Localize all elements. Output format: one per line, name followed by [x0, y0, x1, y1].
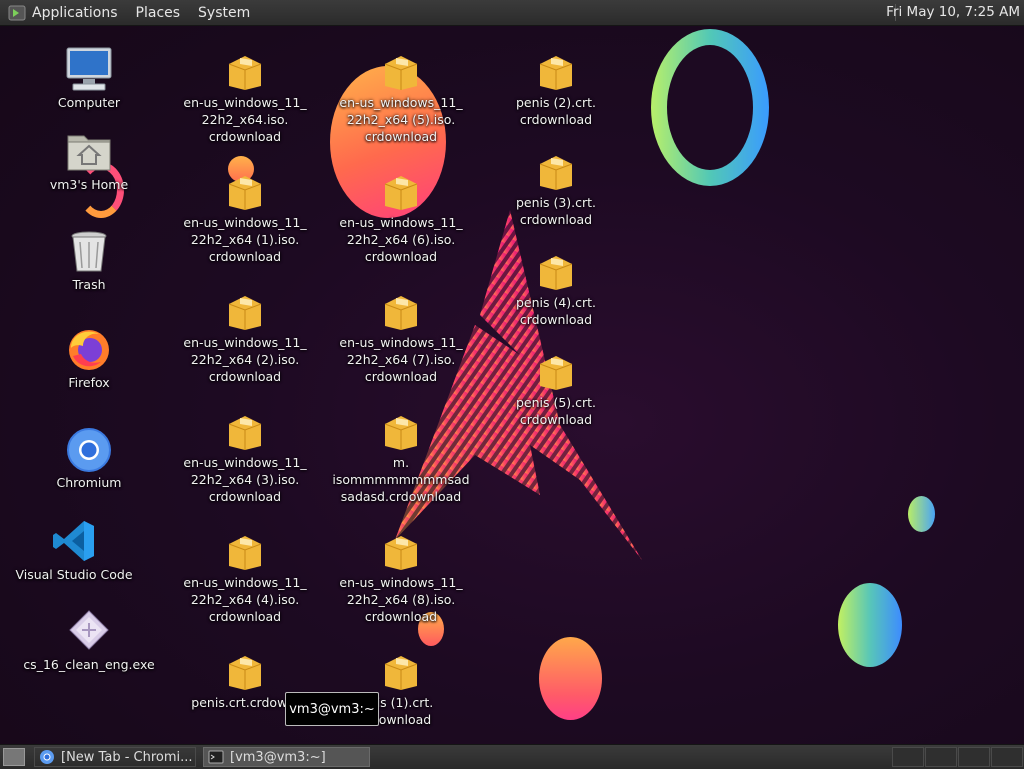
- desktop-file-icon[interactable]: en-us_windows_11_ 22h2_x64 (8).iso. crdo…: [331, 532, 471, 625]
- desktop-icon-vscode[interactable]: Visual Studio Code: [4, 518, 144, 583]
- package-file-icon: [539, 56, 573, 90]
- desktop-icon-label: vm3's Home: [49, 177, 129, 192]
- exe-file-icon: [69, 610, 109, 650]
- package-file-icon: [539, 256, 573, 290]
- workspace-3[interactable]: [958, 747, 990, 767]
- workspace-4[interactable]: [991, 747, 1023, 767]
- file-label: en-us_windows_11_ 22h2_x64 (8).iso. crdo…: [339, 575, 463, 624]
- desktop-file-icon[interactable]: penis (2).crt. crdownload: [486, 52, 626, 128]
- file-label: en-us_windows_11_ 22h2_x64 (7).iso. crdo…: [339, 335, 463, 384]
- desktop-file-icon[interactable]: penis (4).crt. crdownload: [486, 252, 626, 328]
- desktop-file-icon[interactable]: m. isommmmmmmmsad sadasd.crdownload: [331, 412, 471, 505]
- desktop-file-icon[interactable]: penis (3).crt. crdownload: [486, 152, 626, 228]
- desktop-icon-trash[interactable]: Trash: [19, 228, 159, 293]
- bottom-panel: [New Tab - Chromi... [vm3@vm3:~]: [0, 744, 1024, 769]
- file-label: en-us_windows_11_ 22h2_x64.iso. crdownlo…: [183, 95, 307, 144]
- wallpaper-ring: [651, 29, 769, 186]
- desktop-icon-label: Visual Studio Code: [15, 567, 133, 582]
- terminal-icon: [208, 750, 224, 764]
- desktop-file-icon[interactable]: en-us_windows_11_ 22h2_x64 (4).iso. crdo…: [175, 532, 315, 625]
- menu-system[interactable]: System: [198, 5, 250, 21]
- package-file-icon: [384, 296, 418, 330]
- clock[interactable]: Fri May 10, 7:25 AM: [886, 4, 1020, 20]
- menu-applications[interactable]: Applications: [32, 5, 118, 21]
- package-file-icon: [384, 176, 418, 210]
- file-label: en-us_windows_11_ 22h2_x64 (5).iso. crdo…: [339, 95, 463, 144]
- top-panel: Applications Places System Fri May 10, 7…: [0, 0, 1024, 26]
- desktop-icon-exe[interactable]: cs_16_clean_eng.exe: [19, 608, 159, 673]
- vscode-icon: [53, 521, 94, 561]
- firefox-icon: [69, 330, 109, 370]
- home-folder-icon: [67, 135, 111, 171]
- desktop-file-icon[interactable]: en-us_windows_11_ 22h2_x64.iso. crdownlo…: [175, 52, 315, 145]
- desktop-icon-chromium[interactable]: Chromium: [19, 426, 159, 491]
- wallpaper-blob: [539, 637, 602, 720]
- file-label: en-us_windows_11_ 22h2_x64 (4).iso. crdo…: [183, 575, 307, 624]
- desktop-file-icon[interactable]: en-us_windows_11_ 22h2_x64 (1).iso. crdo…: [175, 172, 315, 265]
- package-file-icon: [384, 536, 418, 570]
- desktop-file-icon[interactable]: en-us_windows_11_ 22h2_x64 (7).iso. crdo…: [331, 292, 471, 385]
- trash-icon: [71, 231, 107, 272]
- workspace-1[interactable]: [892, 747, 924, 767]
- wallpaper-blob: [908, 496, 935, 532]
- package-file-icon: [228, 536, 262, 570]
- desktop-icon-label: cs_16_clean_eng.exe: [23, 657, 155, 672]
- desktop-icon-label: Trash: [72, 277, 106, 292]
- package-file-icon: [384, 56, 418, 90]
- desktop-icon-label: Chromium: [56, 475, 122, 490]
- package-file-icon: [539, 356, 573, 390]
- taskbar-item-chromium[interactable]: [New Tab - Chromi...: [34, 747, 196, 767]
- applications-menu-icon[interactable]: [8, 4, 26, 22]
- wallpaper-blob: [838, 583, 902, 667]
- taskbar-item-label: [vm3@vm3:~]: [230, 749, 326, 765]
- taskbar-item-terminal[interactable]: [vm3@vm3:~]: [203, 747, 370, 767]
- desktop-file-icon[interactable]: penis (5).crt. crdownload: [486, 352, 626, 428]
- menu-places[interactable]: Places: [136, 5, 181, 21]
- file-label: penis.crt.crdownl: [191, 695, 299, 710]
- taskbar-tooltip: vm3@vm3:~: [285, 692, 379, 726]
- desktop-icon-label: Firefox: [68, 375, 110, 390]
- desktop-icon-label: Computer: [57, 95, 121, 110]
- file-label: m. isommmmmmmmsad sadasd.crdownload: [332, 455, 470, 504]
- file-label: en-us_windows_11_ 22h2_x64 (2).iso. crdo…: [183, 335, 307, 384]
- package-file-icon: [384, 416, 418, 450]
- package-file-icon: [228, 656, 262, 690]
- package-file-icon: [539, 156, 573, 190]
- taskbar-item-label: [New Tab - Chromi...: [61, 749, 193, 765]
- package-file-icon: [228, 296, 262, 330]
- desktop-icon-home[interactable]: vm3's Home: [19, 128, 159, 193]
- package-file-icon: [228, 416, 262, 450]
- package-file-icon: [384, 656, 418, 690]
- file-label: en-us_windows_11_ 22h2_x64 (6).iso. crdo…: [339, 215, 463, 264]
- desktop-file-icon[interactable]: en-us_windows_11_ 22h2_x64 (3).iso. crdo…: [175, 412, 315, 505]
- package-file-icon: [228, 176, 262, 210]
- file-label: penis (3).crt. crdownload: [515, 195, 597, 227]
- desktop-icon-computer[interactable]: Computer: [19, 46, 159, 111]
- file-label: penis (4).crt. crdownload: [515, 295, 597, 327]
- desktop-file-icon[interactable]: en-us_windows_11_ 22h2_x64 (6).iso. crdo…: [331, 172, 471, 265]
- file-label: en-us_windows_11_ 22h2_x64 (1).iso. crdo…: [183, 215, 307, 264]
- desktop-file-icon[interactable]: en-us_windows_11_ 22h2_x64 (2).iso. crdo…: [175, 292, 315, 385]
- show-desktop-button[interactable]: [3, 748, 25, 766]
- desktop-file-icon[interactable]: en-us_windows_11_ 22h2_x64 (5).iso. crdo…: [331, 52, 471, 145]
- workspace-2[interactable]: [925, 747, 957, 767]
- chromium-icon: [67, 428, 111, 472]
- file-label: penis (2).crt. crdownload: [515, 95, 597, 127]
- computer-icon: [66, 47, 112, 91]
- desktop-icon-firefox[interactable]: Firefox: [19, 326, 159, 391]
- package-file-icon: [228, 56, 262, 90]
- chromium-icon: [40, 750, 54, 764]
- file-label: en-us_windows_11_ 22h2_x64 (3).iso. crdo…: [183, 455, 307, 504]
- file-label: penis (5).crt. crdownload: [515, 395, 597, 427]
